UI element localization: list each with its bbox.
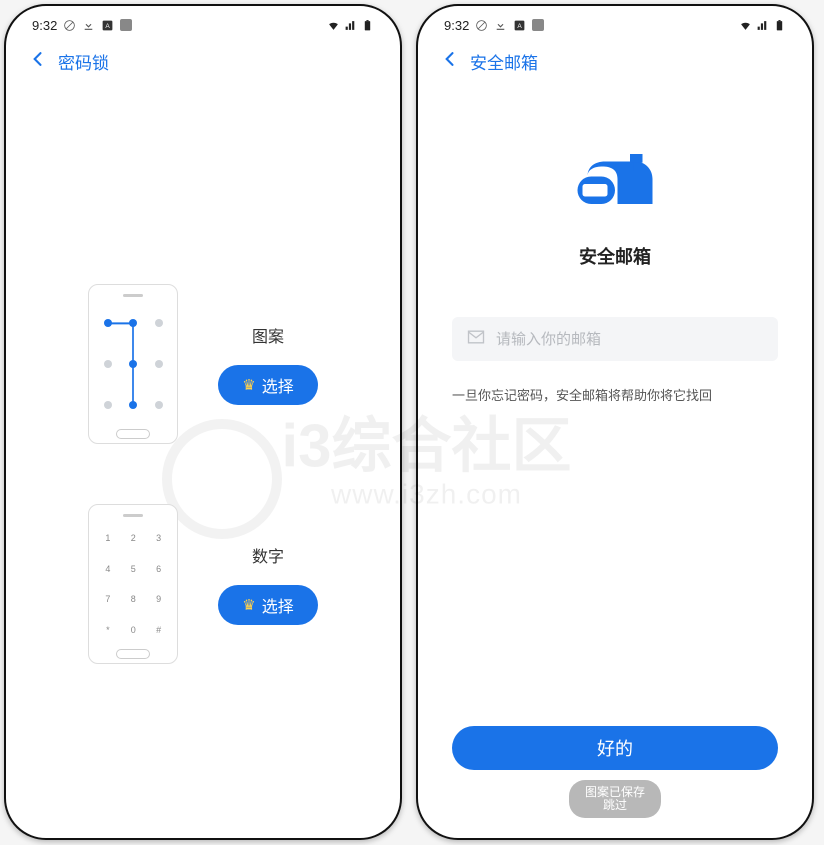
- mail-icon: [466, 327, 486, 352]
- back-button[interactable]: [440, 49, 460, 74]
- crown-icon: ♛: [242, 376, 255, 394]
- toast-line1: 图案已保存: [585, 786, 645, 799]
- content-right: 安全邮箱 一旦你忘记密码，安全邮箱将帮助你将它找回 好的 图案已保存 跳过: [424, 84, 806, 832]
- no-sim-icon: [475, 19, 488, 32]
- phone-left: 9:32 A: [4, 4, 402, 840]
- status-bar: 9:32 A: [424, 12, 806, 38]
- download-icon: [82, 19, 95, 32]
- wifi-icon: [739, 19, 752, 32]
- email-field[interactable]: [496, 331, 764, 348]
- email-field-wrapper[interactable]: [452, 317, 778, 361]
- phone-right: 9:32 A: [416, 4, 814, 840]
- ok-button[interactable]: 好的: [452, 726, 778, 770]
- header: 安全邮箱: [424, 38, 806, 84]
- svg-text:A: A: [518, 23, 523, 30]
- app-a-icon: A: [513, 19, 526, 32]
- page-title: 密码锁: [58, 49, 109, 74]
- square-icon: [120, 19, 132, 31]
- pin-phone-preview: 123 456 789 *0#: [88, 504, 178, 664]
- pattern-phone-preview: [88, 284, 178, 444]
- crown-icon: ♛: [242, 596, 255, 614]
- no-sim-icon: [63, 19, 76, 32]
- page-title: 安全邮箱: [470, 49, 538, 74]
- header: 密码锁: [12, 38, 394, 84]
- pattern-label: 图案: [252, 323, 284, 347]
- battery-icon: [773, 19, 786, 32]
- status-time: 9:32: [444, 18, 469, 33]
- wifi-icon: [327, 19, 340, 32]
- signal-icon: [756, 19, 769, 32]
- mailbox-icon: [575, 154, 655, 229]
- pin-label: 数字: [252, 543, 284, 567]
- svg-text:A: A: [106, 23, 111, 30]
- pattern-select-button[interactable]: ♛ 选择: [218, 365, 317, 405]
- pattern-grid: [95, 303, 171, 425]
- status-time: 9:32: [32, 18, 57, 33]
- app-a-icon: A: [101, 19, 114, 32]
- pin-lock-section: 123 456 789 *0# 数字 ♛ 选择: [12, 504, 394, 664]
- screen-right: 9:32 A: [424, 12, 806, 832]
- status-bar: 9:32 A: [12, 12, 394, 38]
- email-hint: 一旦你忘记密码，安全邮箱将帮助你将它找回: [452, 385, 712, 404]
- pin-keypad: 123 456 789 *0#: [95, 523, 171, 645]
- toast: 图案已保存 跳过: [569, 780, 661, 818]
- signal-icon: [344, 19, 357, 32]
- square-icon: [532, 19, 544, 31]
- mail-title: 安全邮箱: [579, 243, 651, 269]
- download-icon: [494, 19, 507, 32]
- toast-line2: 跳过: [585, 799, 645, 812]
- pin-select-button[interactable]: ♛ 选择: [218, 585, 317, 625]
- content-left: 图案 ♛ 选择 123 456 789 *0#: [12, 84, 394, 832]
- screen-left: 9:32 A: [12, 12, 394, 832]
- back-button[interactable]: [28, 49, 48, 74]
- pattern-select-label: 选择: [262, 373, 294, 397]
- pin-select-label: 选择: [262, 593, 294, 617]
- battery-icon: [361, 19, 374, 32]
- pattern-lock-section: 图案 ♛ 选择: [12, 284, 394, 444]
